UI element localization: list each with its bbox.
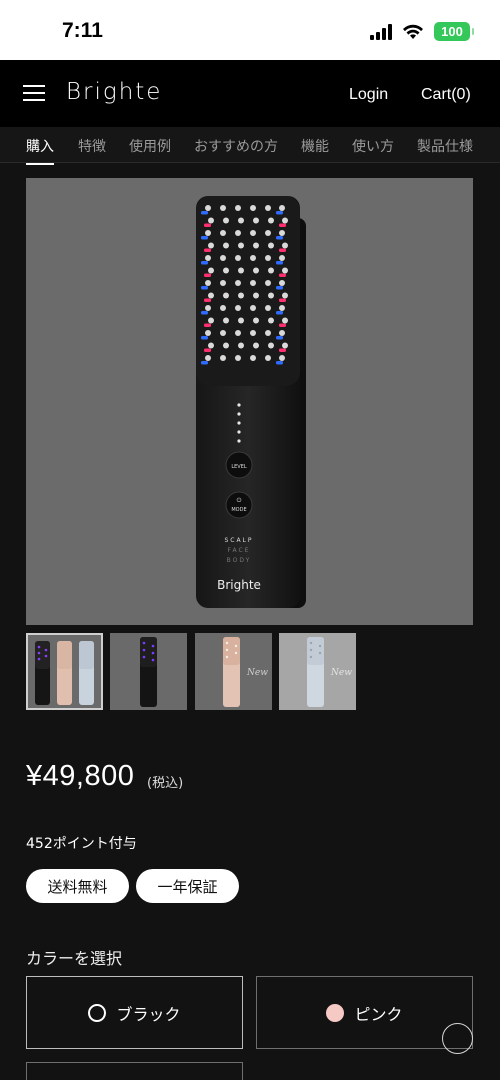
- section-tab-nav: 購入 特徴 使用例 おすすめの方 機能 使い方 製品仕様: [0, 127, 500, 165]
- cellular-signal-icon: [370, 23, 392, 40]
- tab-specifications[interactable]: 製品仕様: [417, 136, 473, 156]
- product-device-illustration: LEVEL ⏻ MODE SCALP FACE BODY Brighte: [196, 196, 306, 608]
- level-button-label: LEVEL: [231, 464, 247, 470]
- free-shipping-badge: 送料無料: [26, 869, 129, 903]
- new-tag: New: [330, 668, 352, 678]
- color-option-label: ブラック: [116, 1004, 181, 1024]
- hamburger-menu-icon[interactable]: [23, 85, 45, 101]
- points-note: 452ポイント付与: [26, 836, 137, 852]
- power-icon: ⏻: [237, 497, 242, 504]
- color-option-pink[interactable]: ピンク: [256, 976, 473, 1049]
- login-link[interactable]: Login: [349, 86, 388, 104]
- tab-features[interactable]: 特徴: [78, 136, 106, 156]
- tab-how-to-use[interactable]: 使い方: [352, 136, 394, 156]
- scalp-label: SCALP: [224, 537, 253, 544]
- tab-purchase[interactable]: 購入: [26, 136, 54, 165]
- color-option-partial[interactable]: [26, 1062, 243, 1080]
- thumbnail-pink[interactable]: New: [195, 633, 272, 710]
- floating-circle-button[interactable]: [442, 1023, 473, 1054]
- thumbnail-three-colors[interactable]: [26, 633, 103, 710]
- color-option-label: ピンク: [354, 1004, 403, 1024]
- thumbnail-black[interactable]: [110, 633, 187, 710]
- tab-recommended[interactable]: おすすめの方: [194, 136, 278, 156]
- cart-link[interactable]: Cart(0): [421, 86, 471, 104]
- warranty-badge: 一年保証: [136, 869, 239, 903]
- black-swatch-icon: [88, 1003, 107, 1022]
- body-label: BODY: [227, 557, 252, 564]
- pink-swatch-icon: [326, 1003, 345, 1022]
- device-brand-label: Brighte: [217, 578, 261, 592]
- new-tag: New: [246, 668, 268, 678]
- tab-functions[interactable]: 機能: [301, 136, 329, 156]
- tab-use-cases[interactable]: 使用例: [129, 136, 171, 156]
- face-label: FACE: [228, 547, 251, 554]
- price: ¥49,800: [26, 760, 135, 792]
- thumbnail-blue[interactable]: New: [279, 633, 356, 710]
- tax-note: (税込): [147, 776, 184, 791]
- battery-icon: 100: [434, 22, 474, 41]
- status-bar: 7:11 100: [0, 0, 500, 60]
- wifi-icon: [403, 24, 423, 39]
- color-option-black[interactable]: ブラック: [26, 976, 243, 1049]
- status-time: 7:11: [62, 19, 103, 42]
- product-main-image[interactable]: LEVEL ⏻ MODE SCALP FACE BODY Brighte: [26, 178, 473, 625]
- brand-logo[interactable]: Brighte: [66, 79, 162, 105]
- app-header: Brighte Login Cart(0): [0, 60, 500, 127]
- mode-button-label: MODE: [231, 507, 246, 513]
- status-icons: 100: [370, 22, 474, 41]
- color-select-heading: カラーを選択: [26, 949, 123, 968]
